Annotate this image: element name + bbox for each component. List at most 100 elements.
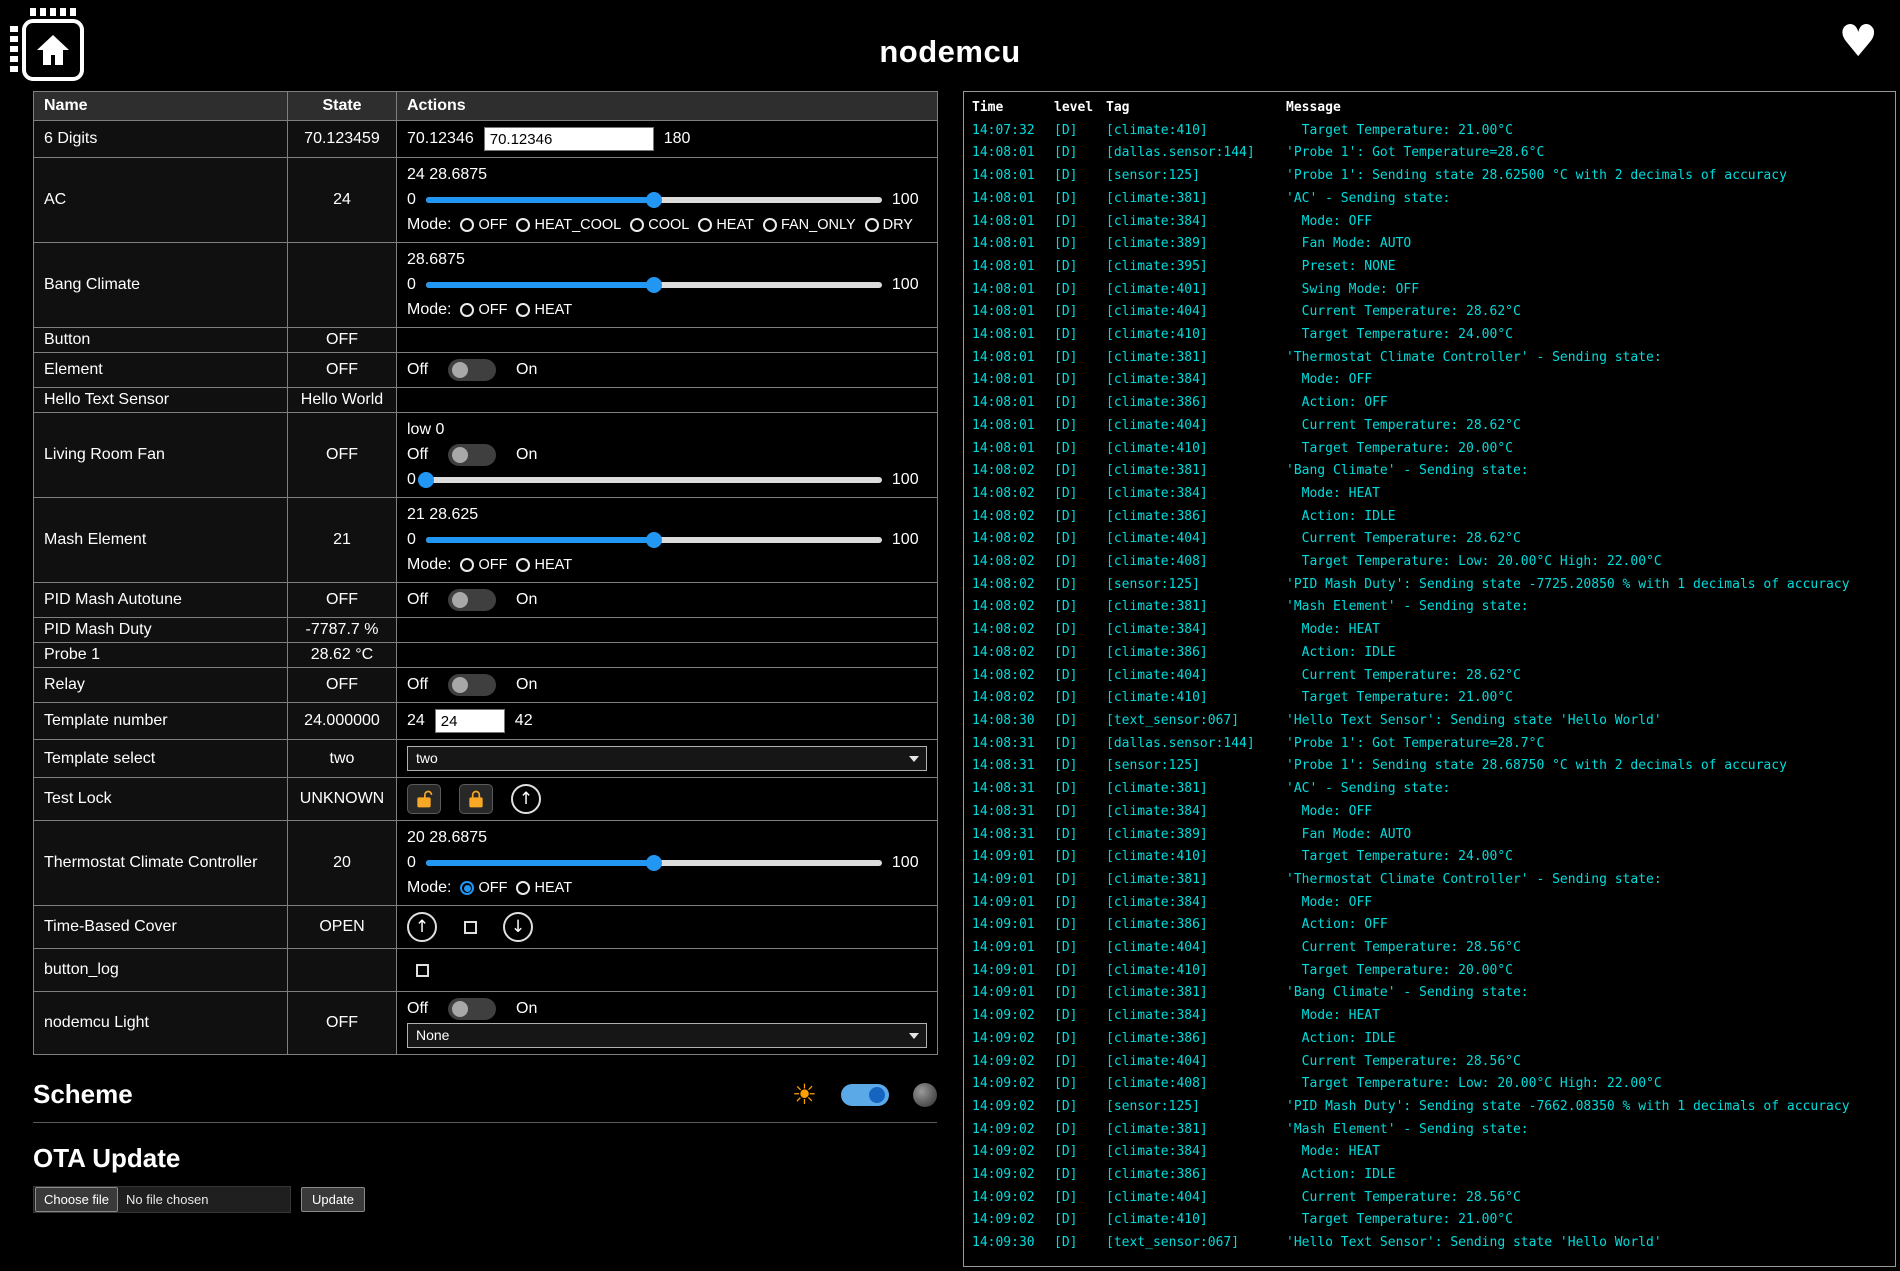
radio-button — [630, 218, 644, 232]
mash-element-mode-option-off[interactable]: OFF — [460, 557, 507, 573]
log-time: 14:09:01 — [972, 846, 1054, 869]
log-line: 14:09:02[D][climate:384] Mode: HEAT — [972, 1141, 1887, 1164]
slider-thumb[interactable] — [646, 192, 662, 208]
log-level: [D] — [1054, 369, 1106, 392]
light-toggle[interactable] — [448, 998, 496, 1020]
scheme-toggle[interactable] — [841, 1084, 889, 1106]
light-effect-select[interactable]: None — [407, 1023, 927, 1048]
bang-climate-slider[interactable] — [426, 275, 882, 295]
slider-thumb[interactable] — [646, 532, 662, 548]
entity-state: 28.62 °C — [288, 643, 397, 668]
bang-climate-mode-option-off[interactable]: OFF — [460, 302, 507, 318]
update-button[interactable]: Update — [301, 1187, 365, 1212]
light-mode-sun-icon[interactable]: ☀ — [792, 1081, 817, 1109]
slider-thumb[interactable] — [646, 277, 662, 293]
log-level: [D] — [1054, 279, 1106, 302]
thermostat-mode-option-heat[interactable]: HEAT — [516, 880, 572, 896]
entity-name: PID Mash Autotune — [34, 583, 288, 618]
element-toggle[interactable] — [448, 359, 496, 381]
unlock-button[interactable] — [407, 784, 441, 814]
template-select[interactable]: two — [407, 746, 927, 771]
entity-name: PID Mash Duty — [34, 618, 288, 643]
slider-thumb[interactable] — [646, 855, 662, 871]
log-tag: [climate:381] — [1106, 982, 1286, 1005]
log-level: [D] — [1054, 211, 1106, 234]
fan-speed-slider[interactable] — [426, 470, 882, 490]
toggle-knob — [452, 447, 468, 463]
radio-label: HEAT_COOL — [534, 217, 621, 233]
log-tag: [climate:408] — [1106, 551, 1286, 574]
heart-icon[interactable]: ♥ — [1839, 20, 1878, 64]
log-panel[interactable]: Time level Tag Message 14:07:32[D][clima… — [963, 91, 1896, 1267]
log-time: 14:08:01 — [972, 142, 1054, 165]
log-time: 14:09:01 — [972, 869, 1054, 892]
action-text: 24 28.6875 — [407, 166, 487, 184]
log-line: 14:08:01[D][climate:386] Action: OFF — [972, 392, 1887, 415]
entity-name: Template select — [34, 740, 288, 778]
log-message: Mode: HEAT — [1286, 1005, 1887, 1028]
mode-label: Mode: — [407, 879, 451, 897]
entity-name: Bang Climate — [34, 243, 288, 328]
fan-toggle[interactable] — [448, 444, 496, 466]
log-tag: [climate:404] — [1106, 665, 1286, 688]
log-tag: [climate:410] — [1106, 687, 1286, 710]
action-text: 24 — [407, 712, 425, 730]
log-message: 'Bang Climate' - Sending state: — [1286, 460, 1887, 483]
log-time: 14:08:02 — [972, 687, 1054, 710]
log-line: 14:09:02[D][climate:408] Target Temperat… — [972, 1073, 1887, 1096]
entity-actions: ↑ — [397, 778, 938, 821]
slider-thumb[interactable] — [418, 472, 434, 488]
pid-autotune-toggle[interactable] — [448, 589, 496, 611]
ac-mode-option-heat[interactable]: HEAT — [698, 217, 754, 233]
button-log-press[interactable] — [407, 955, 437, 985]
log-tag: [climate:395] — [1106, 256, 1286, 279]
ac-mode-option-dry[interactable]: DRY — [865, 217, 913, 233]
template-number-input[interactable] — [435, 709, 505, 733]
log-message: Mode: HEAT — [1286, 483, 1887, 506]
cover-stop-button[interactable] — [455, 912, 485, 942]
mash-element-slider[interactable] — [426, 530, 882, 550]
toggle-on-label: On — [516, 1000, 537, 1018]
log-tag: [text_sensor:067] — [1106, 1232, 1286, 1255]
entity-name: button_log — [34, 949, 288, 992]
toggle-off-label: Off — [407, 591, 428, 609]
lock-button[interactable] — [459, 784, 493, 814]
thermostat-slider[interactable] — [426, 853, 882, 873]
six-digits-input[interactable] — [484, 127, 654, 151]
dark-mode-moon-icon[interactable] — [913, 1083, 937, 1107]
action-text: 21 28.625 — [407, 506, 478, 524]
firmware-file-input[interactable]: Choose file No file chosen — [33, 1186, 291, 1213]
log-line: 14:08:02[D][climate:384] Mode: HEAT — [972, 619, 1887, 642]
ac-mode-option-cool[interactable]: COOL — [630, 217, 689, 233]
choose-file-button[interactable]: Choose file — [35, 1187, 118, 1212]
relay-toggle[interactable] — [448, 674, 496, 696]
thermostat-mode-option-off[interactable]: OFF — [460, 880, 507, 896]
mash-element-mode-option-heat[interactable]: HEAT — [516, 557, 572, 573]
log-level: [D] — [1054, 415, 1106, 438]
log-tag: [climate:386] — [1106, 1028, 1286, 1051]
ac-mode-option-heat_cool[interactable]: HEAT_COOL — [516, 217, 621, 233]
table-row: Probe 128.62 °C — [34, 643, 938, 668]
arrow-up-icon: ↑ — [519, 791, 533, 808]
log-tag: [sensor:125] — [1106, 165, 1286, 188]
cover-close-button[interactable]: ↓ — [503, 912, 533, 942]
toggle-on-label: On — [516, 361, 537, 379]
lock-open-action-button[interactable]: ↑ — [511, 784, 541, 814]
log-level: [D] — [1054, 1073, 1106, 1096]
log-time: 14:09:01 — [972, 982, 1054, 1005]
log-time: 14:08:01 — [972, 188, 1054, 211]
toggle-off-label: Off — [407, 1000, 428, 1018]
log-tag: [climate:386] — [1106, 506, 1286, 529]
cover-open-button[interactable]: ↑ — [407, 912, 437, 942]
entity-state — [288, 243, 397, 328]
entity-state: OFF — [288, 328, 397, 353]
bang-climate-mode-option-heat[interactable]: HEAT — [516, 302, 572, 318]
radio-label: COOL — [648, 217, 689, 233]
ac-mode-option-off[interactable]: OFF — [460, 217, 507, 233]
entity-state: two — [288, 740, 397, 778]
thermostat-slider-wrap: 0100 — [407, 853, 919, 873]
log-line: 14:09:01[D][climate:386] Action: OFF — [972, 914, 1887, 937]
col-header-actions: Actions — [397, 92, 938, 121]
ac-target-slider[interactable] — [426, 190, 882, 210]
ac-mode-option-fan_only[interactable]: FAN_ONLY — [763, 217, 856, 233]
